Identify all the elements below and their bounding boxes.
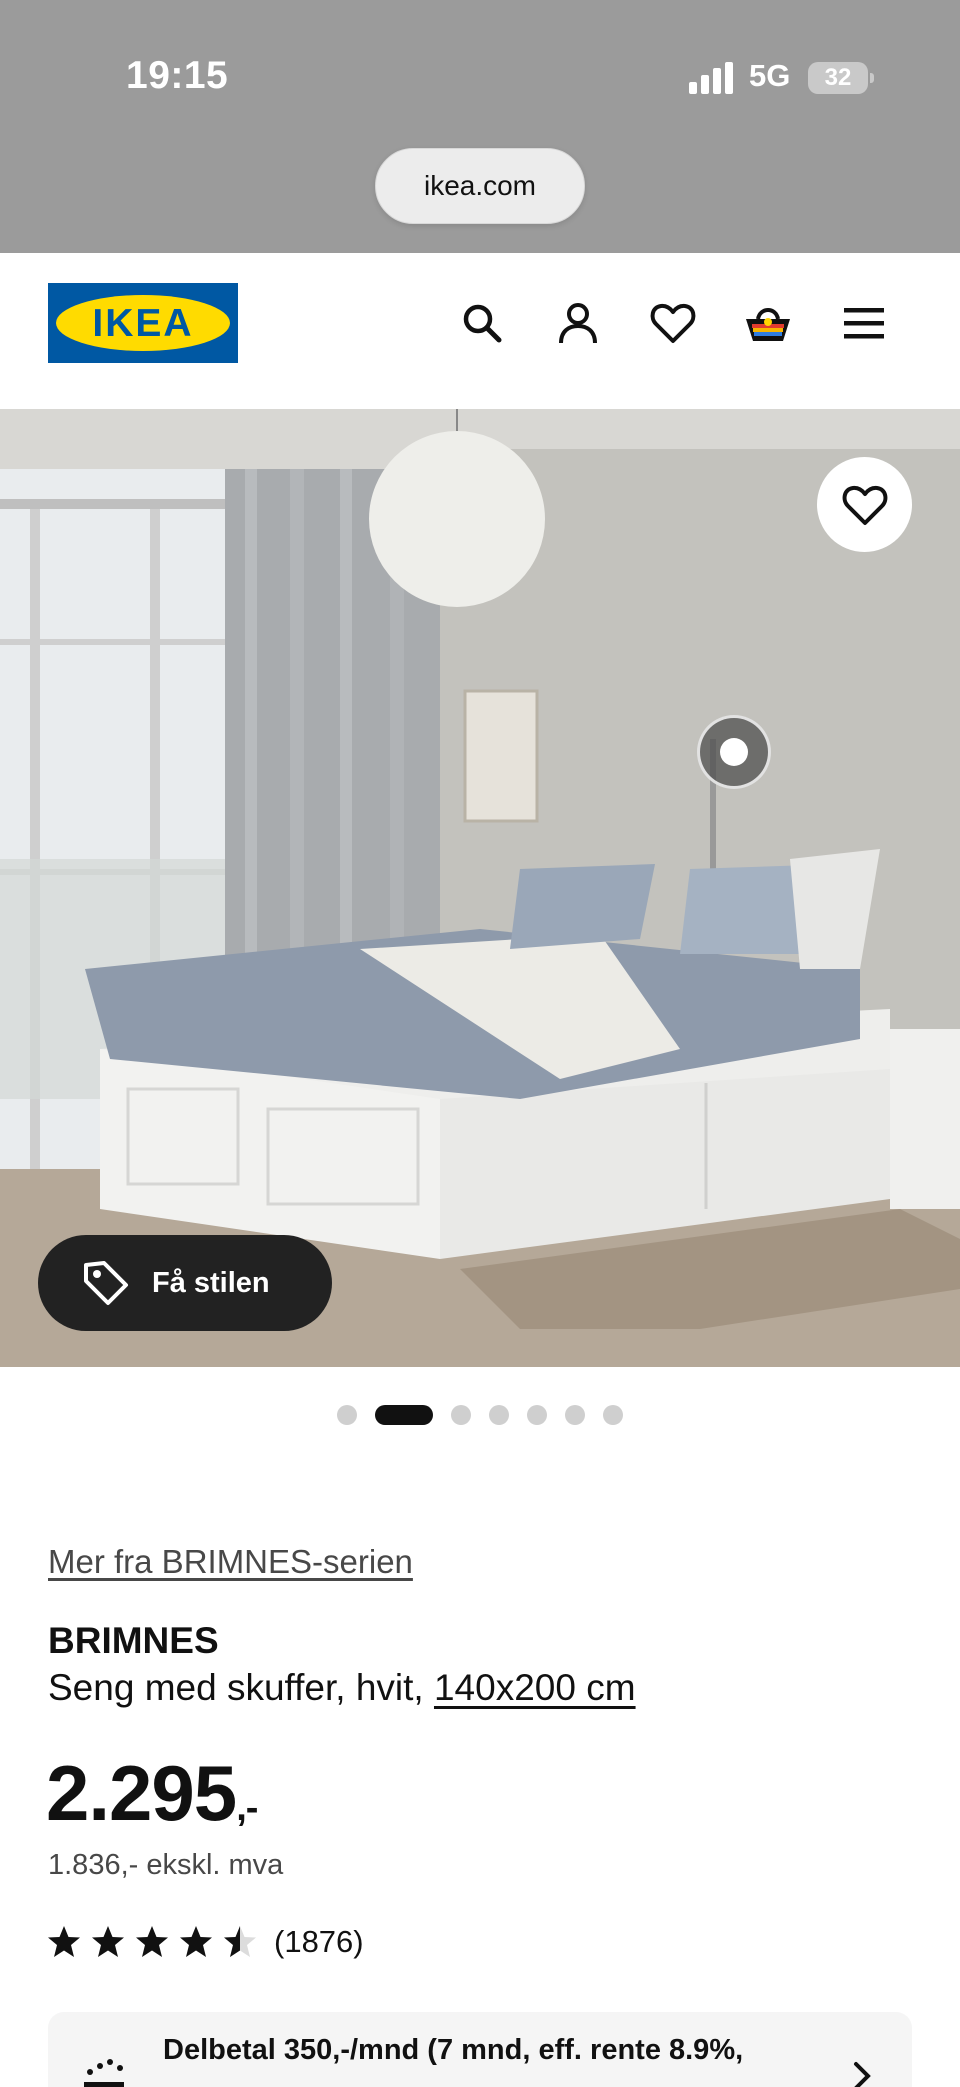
- tag-icon: [84, 1261, 128, 1305]
- carousel-dot[interactable]: [489, 1405, 509, 1425]
- star-full-icon: [136, 1926, 168, 1957]
- product-description: Seng med skuffer, hvit, 140x200 cm: [48, 1667, 636, 1709]
- payment-icon: [84, 2059, 124, 2087]
- star-full-icon: [48, 1926, 80, 1957]
- heart-icon: [842, 485, 887, 525]
- get-the-style-label: Få stilen: [152, 1266, 270, 1299]
- url-bar[interactable]: ikea.com: [375, 148, 585, 224]
- get-the-style-button[interactable]: Få stilen: [38, 1235, 332, 1331]
- star-full-icon: [92, 1926, 124, 1957]
- heart-icon[interactable]: [645, 295, 701, 351]
- carousel-dot[interactable]: [337, 1405, 357, 1425]
- product-type: Seng med skuffer, hvit,: [48, 1667, 434, 1708]
- product-price: 2.295,-: [46, 1748, 258, 1839]
- site-header: IKEA: [0, 253, 960, 409]
- carousel-dot[interactable]: [603, 1405, 623, 1425]
- financing-text: Delbetal 350,-/mnd (7 mnd, eff. rente 8.…: [163, 2034, 744, 2066]
- bedroom-photo: [0, 409, 960, 1367]
- review-count[interactable]: (1876): [274, 1924, 364, 1960]
- price-value: 2.295: [46, 1749, 237, 1837]
- favorite-button[interactable]: [817, 457, 912, 552]
- star-half-icon: [224, 1926, 256, 1957]
- carousel-dot-active[interactable]: [375, 1405, 433, 1425]
- product-image[interactable]: Få stilen: [0, 409, 960, 1367]
- signal-icon: [689, 62, 735, 94]
- status-bar: 19:15 5G 32 ikea.com: [0, 0, 960, 253]
- price-excl-vat: 1.836,- ekskl. mva: [48, 1849, 284, 1881]
- basket-icon[interactable]: [740, 295, 796, 351]
- carousel-dot[interactable]: [527, 1405, 547, 1425]
- price-suffix: ,-: [236, 1787, 258, 1829]
- menu-icon[interactable]: [836, 295, 892, 351]
- size-link[interactable]: 140x200 cm: [434, 1667, 636, 1708]
- product-name: BRIMNES: [48, 1620, 219, 1661]
- account-icon[interactable]: [550, 295, 606, 351]
- carousel-dot[interactable]: [565, 1405, 585, 1425]
- search-icon[interactable]: [454, 295, 510, 351]
- product-hotspot[interactable]: [697, 715, 771, 789]
- chevron-right-icon: [854, 2062, 871, 2087]
- carousel-dot[interactable]: [451, 1405, 471, 1425]
- battery-icon: 32: [808, 62, 874, 94]
- financing-banner[interactable]: Delbetal 350,-/mnd (7 mnd, eff. rente 8.…: [48, 2012, 912, 2087]
- ikea-logo[interactable]: IKEA: [48, 283, 238, 363]
- status-time: 19:15: [126, 54, 229, 97]
- network-label: 5G: [749, 58, 791, 93]
- rating-stars[interactable]: [46, 1924, 258, 1960]
- series-link[interactable]: Mer fra BRIMNES-serien: [48, 1543, 413, 1581]
- carousel-dots: [0, 1403, 960, 1427]
- logo-text: IKEA: [92, 302, 194, 345]
- star-full-icon: [180, 1926, 212, 1957]
